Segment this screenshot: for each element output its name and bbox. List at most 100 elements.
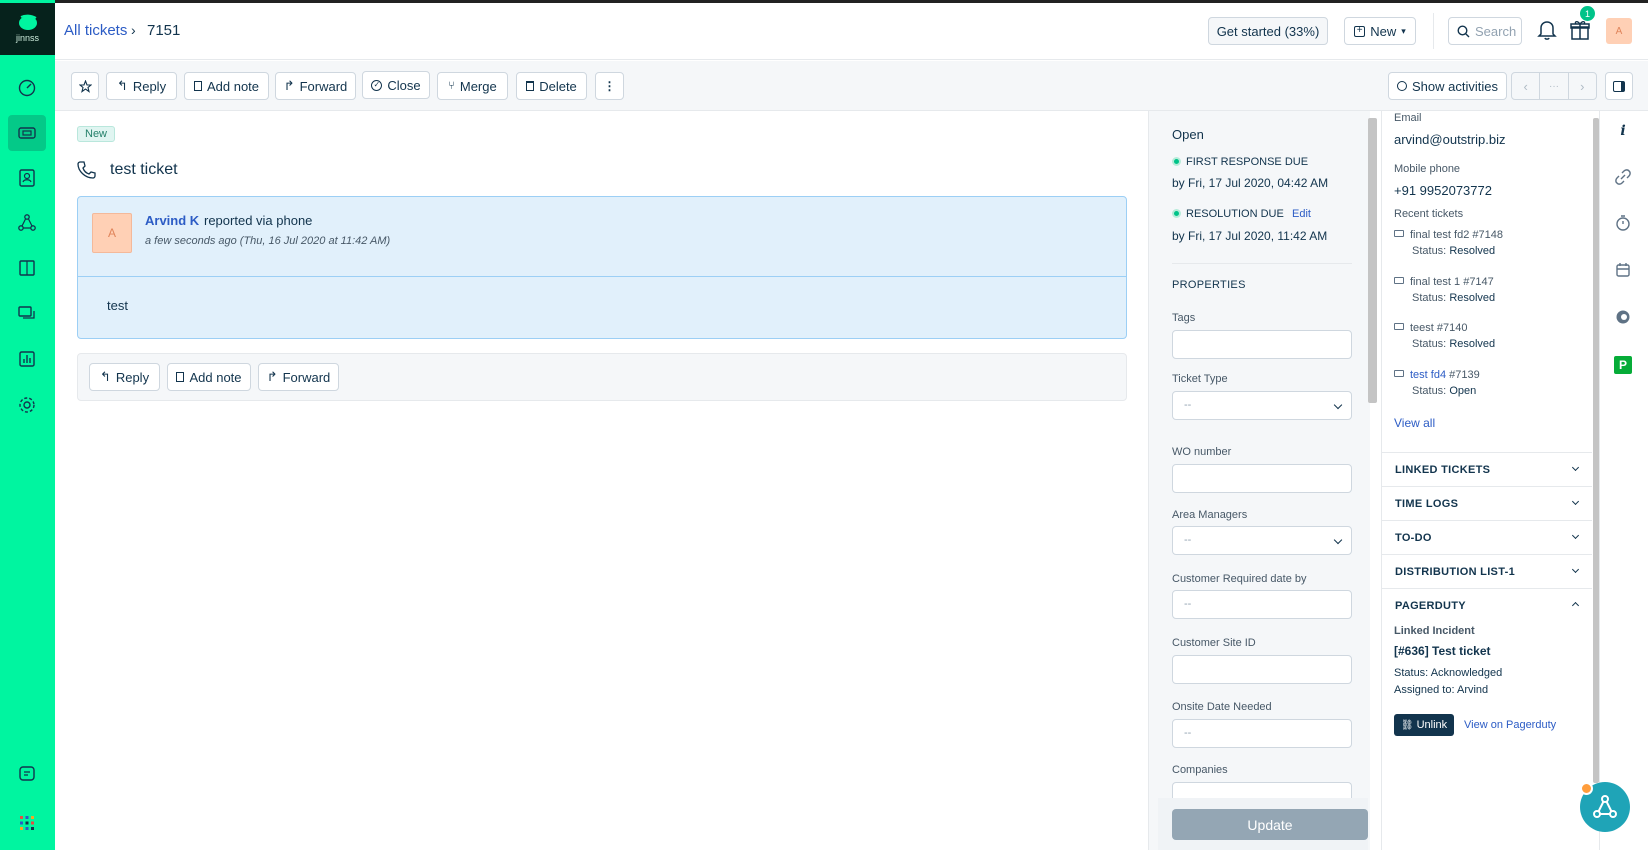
close-ticket-button[interactable]: ✓ Close — [362, 71, 430, 99]
unlink-button[interactable]: ⛓ Unlink — [1394, 714, 1454, 736]
status-prefix: Status: — [1412, 292, 1447, 304]
get-started-button[interactable]: Get started (33%) — [1208, 17, 1328, 45]
prev-ticket-button[interactable]: ‹ — [1512, 73, 1541, 99]
reply-bar-forward-button[interactable]: ↱ Forward — [258, 363, 339, 391]
show-activities-button[interactable]: Show activities — [1388, 72, 1507, 100]
app-logo[interactable]: jinnss — [0, 3, 55, 55]
nav-tickets[interactable] — [8, 115, 46, 151]
reply-bar: ↰ Reply Add note ↱ Forward — [77, 353, 1127, 401]
companies-label: Companies — [1172, 764, 1228, 776]
requester-name[interactable]: Arvind K — [145, 213, 199, 228]
nav-chat[interactable] — [8, 756, 46, 792]
gift-icon[interactable] — [1570, 19, 1592, 43]
breadcrumb-chevron-icon: › — [131, 22, 136, 38]
recent-ticket-item[interactable]: final test fd2 #7148 Status: Resolved — [1394, 229, 1584, 257]
recent-ticket-item[interactable]: teest #7140 Status: Resolved — [1394, 322, 1584, 350]
email-value: arvind@outstrip.biz — [1394, 132, 1506, 147]
reply-label: Reply — [132, 78, 167, 94]
new-dropdown-button[interactable]: + New ▾ — [1344, 17, 1416, 45]
pagerduty-app-icon[interactable]: P — [1614, 356, 1632, 374]
nav-contacts[interactable] — [8, 160, 46, 196]
resolution-edit-link[interactable]: Edit — [1292, 208, 1311, 220]
tags-input[interactable] — [1172, 330, 1352, 359]
app-swirl-icon[interactable] — [1614, 308, 1632, 326]
forward-button[interactable]: ↱ Forward — [275, 72, 356, 100]
new-label: New — [1370, 23, 1397, 39]
trash-icon — [526, 81, 535, 91]
companies-input[interactable] — [1172, 782, 1352, 798]
view-all-link[interactable]: View all — [1394, 416, 1435, 430]
chevron-left-icon: ‹ — [1523, 78, 1528, 94]
search-button[interactable]: Search — [1448, 17, 1522, 45]
properties-scrollbar[interactable] — [1368, 118, 1377, 403]
nav-dashboard[interactable] — [8, 70, 46, 106]
customer-required-date-value: -- — [1184, 598, 1192, 610]
merge-button[interactable]: ⑂ Merge — [437, 72, 508, 100]
merge-label: Merge — [459, 78, 497, 94]
nav-admin[interactable] — [8, 387, 46, 423]
wo-number-label: WO number — [1172, 446, 1232, 458]
nav-groups[interactable] — [8, 205, 46, 241]
timer-icon[interactable] — [1614, 214, 1632, 232]
forward-label: Forward — [299, 78, 348, 94]
ticket-subject: test ticket — [110, 161, 178, 178]
mobile-label: Mobile phone — [1394, 163, 1461, 175]
section-pagerduty[interactable]: PAGERDUTY — [1381, 588, 1592, 622]
notifications-bell-icon[interactable] — [1537, 19, 1559, 43]
note-icon — [176, 372, 185, 382]
first-response-value: by Fri, 17 Jul 2020, 04:42 AM — [1172, 176, 1329, 190]
star-button[interactable] — [71, 72, 99, 100]
status-prefix: Status: — [1412, 385, 1447, 397]
ticket-type-select[interactable]: -- — [1172, 391, 1352, 420]
recent-ticket-title: teest #7140 — [1410, 322, 1468, 334]
reply-button[interactable]: ↰ Reply — [106, 72, 177, 100]
dashboard-icon — [18, 79, 36, 97]
first-response-dot-icon — [1172, 157, 1181, 166]
wo-number-input[interactable] — [1172, 464, 1352, 493]
customer-site-id-input[interactable] — [1172, 655, 1352, 684]
nav-solutions[interactable] — [8, 250, 46, 286]
recent-ticket-link[interactable]: test fd4 — [1410, 369, 1446, 381]
add-note-button[interactable]: Add note — [184, 72, 269, 100]
view-on-pagerduty-link[interactable]: View on Pagerduty — [1464, 719, 1556, 731]
customer-required-date-input[interactable]: -- — [1172, 590, 1352, 619]
link-icon[interactable] — [1614, 168, 1632, 186]
toggle-sidebar-button[interactable] — [1605, 72, 1633, 100]
onsite-date-input[interactable]: -- — [1172, 719, 1352, 748]
search-placeholder: Search — [1475, 23, 1517, 39]
section-linked-tickets[interactable]: LINKED TICKETS — [1381, 452, 1592, 486]
onsite-date-label: Onsite Date Needed — [1172, 701, 1272, 713]
update-button[interactable]: Update — [1172, 809, 1368, 840]
nav-apps[interactable] — [8, 805, 46, 841]
merge-icon: ⑂ — [448, 80, 455, 92]
recent-ticket-item[interactable]: test fd4 #7139 Status: Open — [1394, 369, 1584, 397]
breadcrumb-all-tickets[interactable]: All tickets — [64, 22, 127, 39]
breadcrumb-current: 7151 — [147, 22, 181, 39]
section-time-logs[interactable]: TIME LOGS — [1381, 486, 1592, 520]
nav-reports[interactable] — [8, 341, 46, 377]
requester-avatar: A — [92, 213, 132, 253]
chevron-right-icon: › — [1580, 78, 1585, 94]
recent-ticket-id: #7139 — [1446, 369, 1480, 381]
show-activities-label: Show activities — [1412, 78, 1498, 94]
area-managers-label: Area Managers — [1172, 509, 1248, 521]
delete-button[interactable]: Delete — [516, 72, 587, 100]
reply-bar-reply-button[interactable]: ↰ Reply — [89, 363, 160, 391]
user-avatar[interactable]: A — [1606, 18, 1632, 44]
section-todo[interactable]: TO-DO — [1381, 520, 1592, 554]
nav-forums[interactable] — [8, 296, 46, 332]
area-managers-select[interactable]: -- — [1172, 526, 1352, 555]
search-icon — [1457, 24, 1470, 37]
calendar-icon[interactable] — [1614, 261, 1632, 279]
ticket-body: test — [107, 298, 128, 313]
reported-via: reported via phone — [204, 213, 313, 228]
chevron-down-icon — [1571, 463, 1580, 472]
reply-bar-add-note-button[interactable]: Add note — [167, 363, 251, 391]
next-ticket-button[interactable]: › — [1569, 73, 1596, 99]
conversation-divider — [78, 276, 1126, 277]
incident-status: Status: Acknowledged — [1394, 667, 1503, 679]
info-icon[interactable]: i — [1614, 122, 1632, 140]
recent-ticket-item[interactable]: final test 1 #7147 Status: Resolved — [1394, 276, 1584, 304]
section-distribution-list[interactable]: DISTRIBUTION LIST-1 — [1381, 554, 1592, 588]
more-actions-button[interactable]: ⋮ — [595, 72, 624, 100]
